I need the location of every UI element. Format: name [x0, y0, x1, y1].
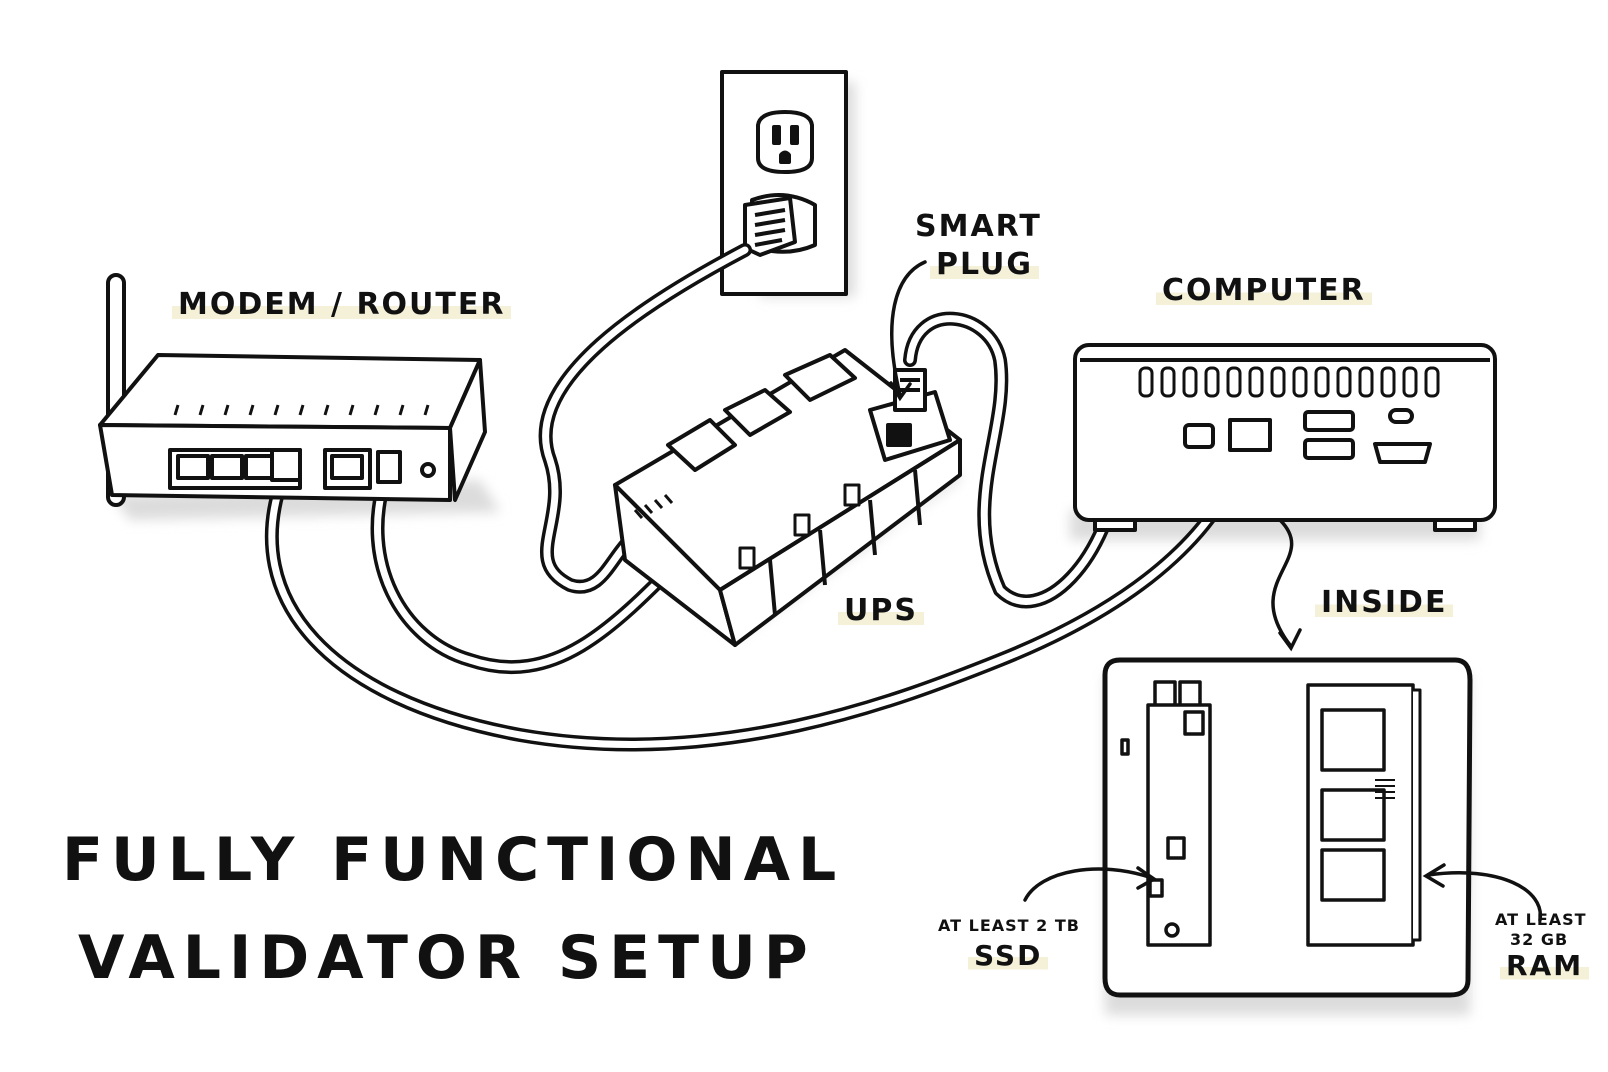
label-computer: COMPUTER: [1156, 273, 1372, 308]
label-ssd-note-text: AT LEAST 2 TB: [938, 916, 1080, 935]
label-smart-plug-line1: SMART: [915, 212, 1042, 242]
diagram-canvas: MODEM / ROUTER SMART PLUG COMPUTER UPS I…: [0, 0, 1608, 1072]
label-ram-note-line1: AT LEAST: [1495, 912, 1587, 928]
label-ups: UPS: [838, 593, 924, 628]
title-line2: VALIDATOR SETUP: [78, 923, 816, 993]
label-ups-text: UPS: [838, 593, 924, 628]
label-smart-plug-line2: PLUG: [930, 247, 1040, 282]
label-ram-note-text-1: AT LEAST: [1495, 910, 1587, 929]
label-ssd-text: SSD: [968, 939, 1049, 972]
label-computer-text: COMPUTER: [1156, 273, 1372, 308]
label-ram-note-line2: 32 GB: [1510, 932, 1568, 948]
label-inside-text: INSIDE: [1315, 585, 1454, 620]
computer-icon: [1073, 343, 1497, 532]
label-ram-text: RAM: [1500, 949, 1590, 982]
ram-icon: [1306, 683, 1422, 947]
label-ssd-note: AT LEAST 2 TB: [938, 918, 1080, 934]
label-ssd: SSD: [968, 939, 1049, 972]
label-inside: INSIDE: [1315, 585, 1454, 620]
wall-outlet-icon: [720, 70, 848, 296]
label-ram: RAM: [1500, 949, 1590, 982]
title-line1: FULLY FUNCTIONAL: [62, 825, 845, 895]
label-ram-note-text-2: 32 GB: [1510, 930, 1569, 949]
label-smart-plug-text-1: SMART: [915, 209, 1042, 244]
label-modem-router-text: MODEM / ROUTER: [172, 287, 512, 322]
label-modem-router: MODEM / ROUTER: [172, 287, 512, 322]
diagram-drawing: [98, 70, 1543, 1015]
label-smart-plug-text-2: PLUG: [930, 247, 1040, 282]
